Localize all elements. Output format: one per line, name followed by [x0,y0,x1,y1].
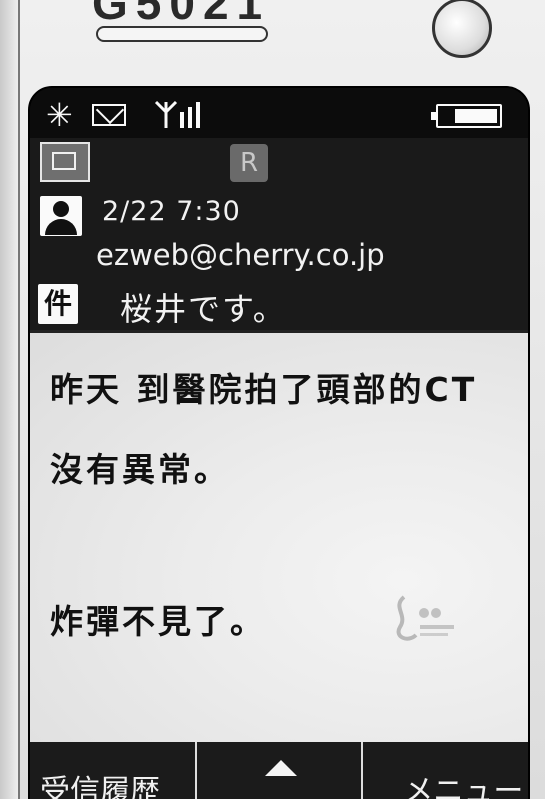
watermark-logo [396,595,454,641]
up-arrow-icon [264,760,297,776]
subject-icon: 件 [38,284,78,324]
mail-from[interactable]: ezweb@cherry.co.jp [96,238,385,272]
body-line-3: 炸彈不見了。 [50,602,266,641]
mail-icon [92,104,126,126]
status-bar: ✳ [30,88,528,138]
mail-subject: 桜井です。 [120,290,287,328]
softkey-left-label: 受信履歴 [40,774,160,799]
softkey-right-button[interactable]: メニュー [363,742,528,799]
body-line-1: 昨天 到醫院拍了頭部的CT [50,370,478,409]
contact-person-icon [40,196,82,236]
phone-bezel [0,0,20,799]
phone-camera [432,0,492,58]
phone-screen: ✳ R 2/22 7:30 ezweb@cherry.co.jp 件 桜井です。… [28,86,530,799]
phone-photo: G5021 ✳ R 2/22 7:30 ezweb@cherry.co.jp 件… [0,0,545,799]
softkey-bar: 受信履歴 メニュー [30,742,528,799]
mail-header: R 2/22 7:30 ezweb@cherry.co.jp 件 桜井です。 [30,138,528,330]
battery-icon [431,104,502,128]
mail-date: 2/22 7:30 [102,196,241,227]
r-badge: R [230,144,268,182]
softkey-left-button[interactable]: 受信履歴 [30,742,197,799]
bluetooth-icon: ✳ [46,96,73,134]
received-mail-icon [40,142,90,182]
signal-strength-icon [154,100,200,128]
softkey-right-label: メニュー [403,774,524,799]
mail-body[interactable]: 昨天 到醫院拍了頭部的CT 沒有異常。 炸彈不見了。 [30,330,528,745]
battery-level [455,109,497,123]
softkey-center-button[interactable] [196,742,364,799]
phone-speaker [96,26,268,42]
body-line-2: 沒有異常。 [50,450,230,489]
